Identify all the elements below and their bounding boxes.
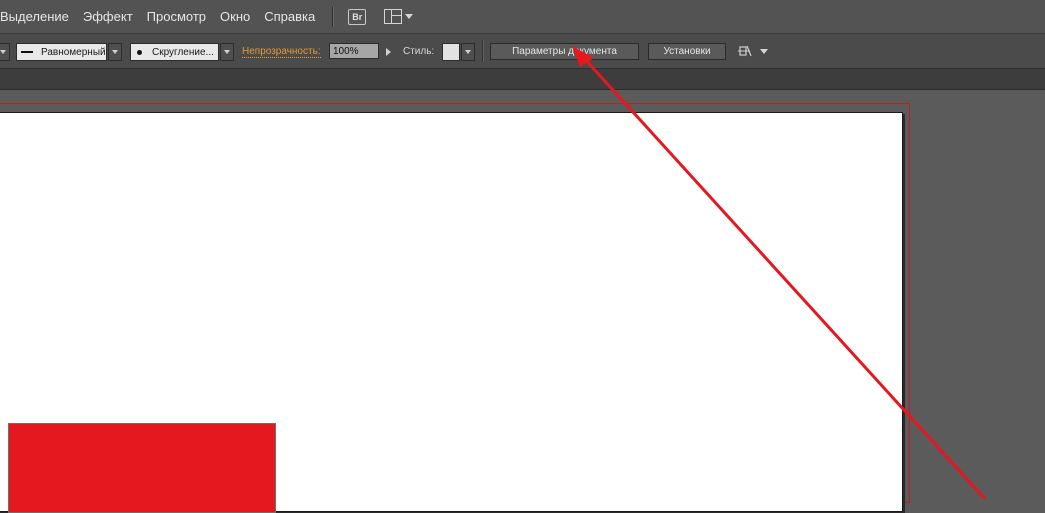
opacity-slider-button[interactable] [381, 43, 395, 61]
menu-effect[interactable]: Эффект [76, 9, 140, 24]
brush-dropdown[interactable]: Скругление... [130, 43, 219, 61]
stroke-line-icon [21, 51, 33, 53]
menu-window[interactable]: Окно [213, 9, 257, 24]
align-icon[interactable] [738, 44, 752, 58]
style-label: Стиль: [403, 46, 435, 57]
chevron-down-icon [112, 50, 118, 54]
preferences-button[interactable]: Установки [648, 43, 726, 60]
red-rectangle-shape[interactable] [8, 423, 276, 513]
stroke-profile-label: Равномерный [41, 46, 106, 58]
menu-bar: Выделение Эффект Просмотр Окно Справка B… [0, 0, 1045, 34]
bridge-icon[interactable]: Br [348, 8, 367, 25]
chevron-down-icon [0, 50, 6, 54]
menu-separator [332, 6, 335, 27]
stroke-profile-arrow[interactable] [108, 43, 122, 61]
style-swatch[interactable] [442, 43, 460, 61]
chevron-down-icon [224, 50, 230, 54]
document-tab-strip [0, 69, 1045, 90]
opacity-label[interactable]: Непрозрачность: [242, 46, 321, 58]
layout-grid-icon [384, 9, 403, 24]
opacity-input[interactable]: 100% [329, 43, 379, 59]
brush-dot-icon [137, 49, 142, 55]
menu-select[interactable]: Выделение [0, 9, 76, 24]
chevron-right-icon [385, 48, 391, 56]
workspace-layout-icon[interactable] [384, 9, 414, 24]
brush-arrow[interactable] [220, 43, 234, 61]
brush-label: Скругление... [152, 46, 214, 58]
style-arrow[interactable] [461, 43, 475, 61]
chevron-down-icon[interactable] [760, 49, 768, 54]
menu-view[interactable]: Просмотр [140, 9, 213, 24]
stroke-weight-dropdown-arrow[interactable] [0, 43, 10, 61]
control-bar: Равномерный Скругление... Непрозрачность… [0, 34, 1045, 69]
menu-help[interactable]: Справка [257, 9, 322, 24]
stroke-profile-dropdown[interactable]: Равномерный [16, 43, 107, 61]
chevron-down-icon [465, 50, 471, 54]
toolbar-separator [482, 40, 484, 62]
chevron-down-icon [405, 14, 414, 19]
document-setup-button[interactable]: Параметры документа [490, 43, 639, 60]
